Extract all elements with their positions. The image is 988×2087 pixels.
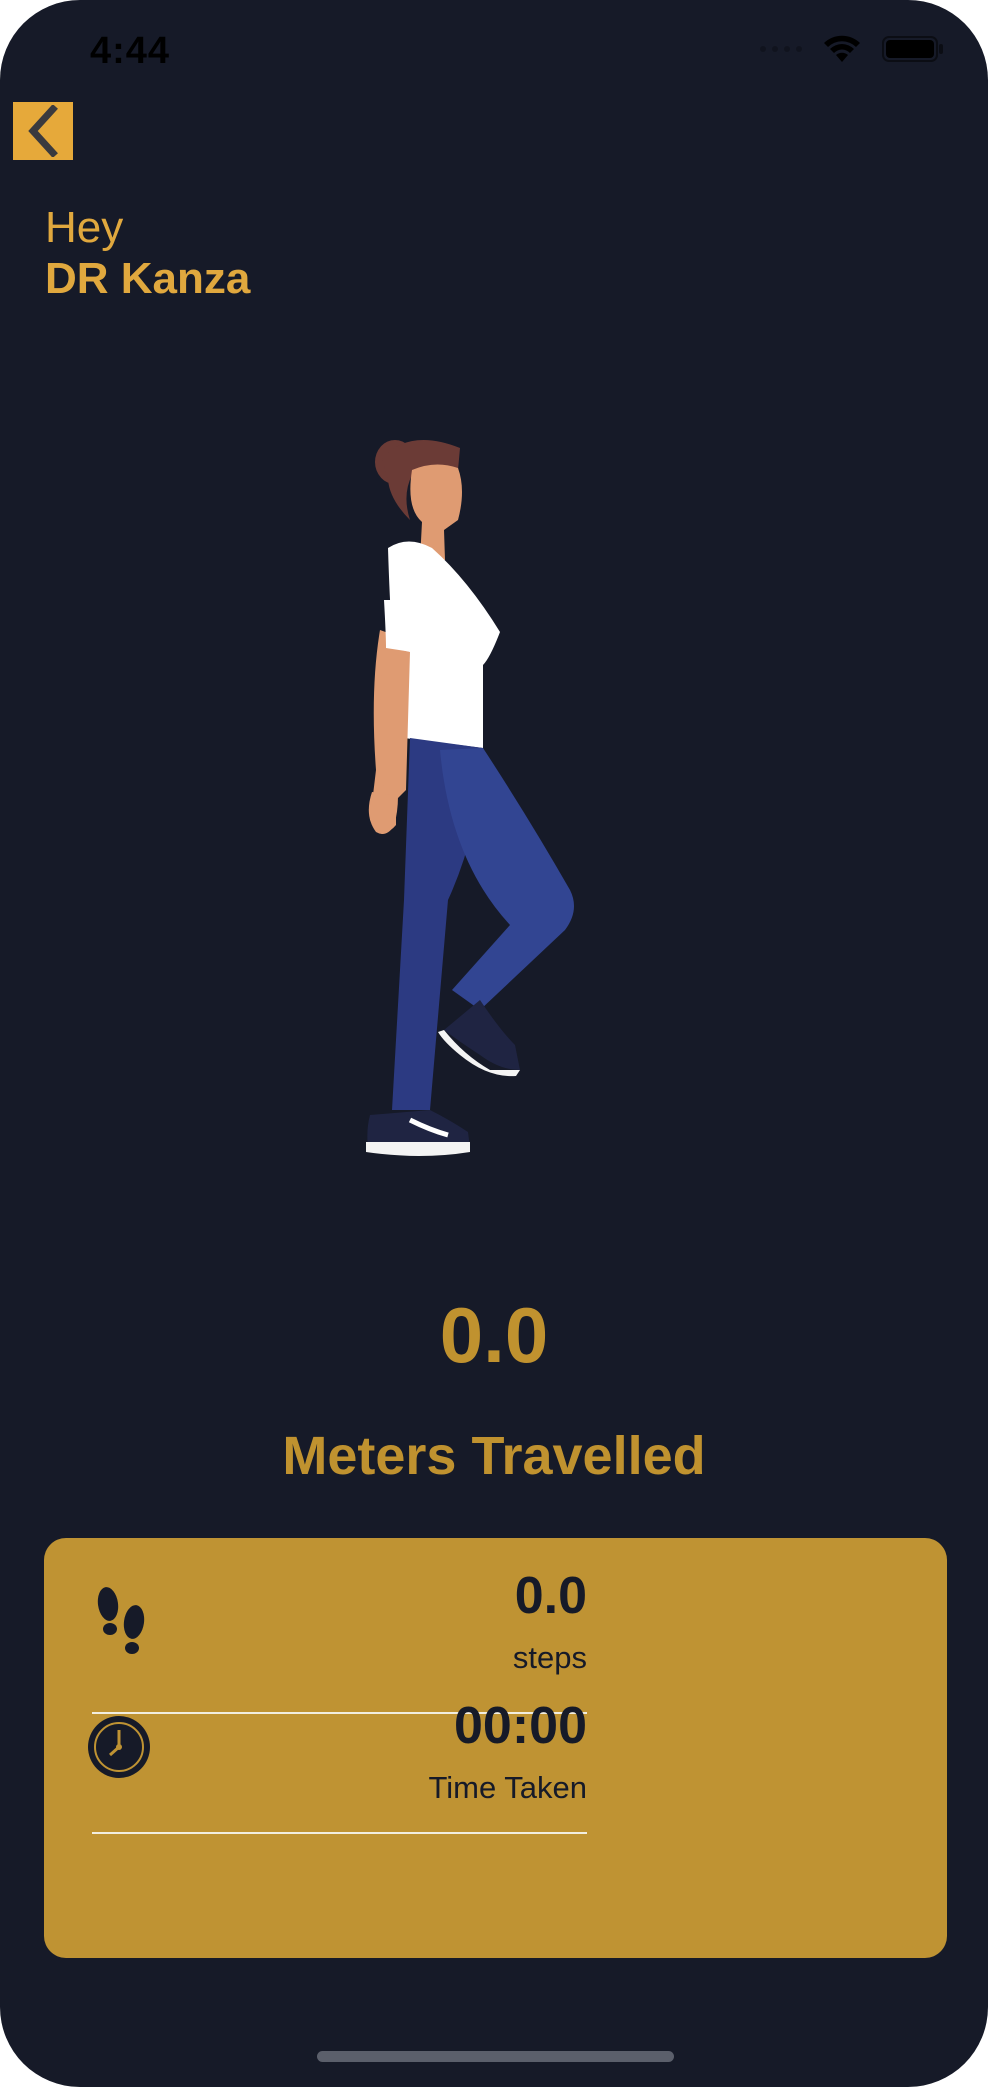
- footprints-icon: [97, 1587, 145, 1654]
- status-bar: 4:44: [0, 0, 988, 100]
- user-name: DR Kanza: [45, 254, 251, 303]
- distance-label: Meters Travelled: [282, 1426, 706, 1486]
- distance-value: 0.0: [439, 1291, 549, 1379]
- greeting-text: Hey: [45, 203, 124, 252]
- wifi-icon: [824, 35, 860, 62]
- stats-card: 0.0 steps 00:00 Time Taken: [44, 1538, 947, 1958]
- cellular-signal-icon: [760, 46, 802, 52]
- time-label: Time Taken: [428, 1770, 587, 1805]
- steps-stat: 0.0 steps: [92, 1566, 587, 1716]
- status-time: 4:44: [90, 30, 171, 72]
- time-stat: 00:00 Time Taken: [88, 1696, 587, 1836]
- clock-icon: [88, 1716, 150, 1778]
- walking-woman-illustration: [366, 440, 574, 1156]
- chevron-left-icon: [28, 105, 58, 157]
- time-value: 00:00: [454, 1697, 587, 1755]
- steps-value: 0.0: [514, 1567, 587, 1625]
- home-indicator[interactable]: [317, 2051, 674, 2062]
- back-button[interactable]: [13, 102, 73, 160]
- steps-label: steps: [512, 1640, 587, 1675]
- time-divider: [92, 1832, 587, 1834]
- app-screen: 4:44 Hey DR Kanza 0.0 Meters Travelled 0…: [0, 0, 988, 2087]
- battery-icon: [882, 36, 943, 62]
- status-indicators: [760, 34, 944, 64]
- greeting: Hey DR Kanza: [45, 202, 250, 304]
